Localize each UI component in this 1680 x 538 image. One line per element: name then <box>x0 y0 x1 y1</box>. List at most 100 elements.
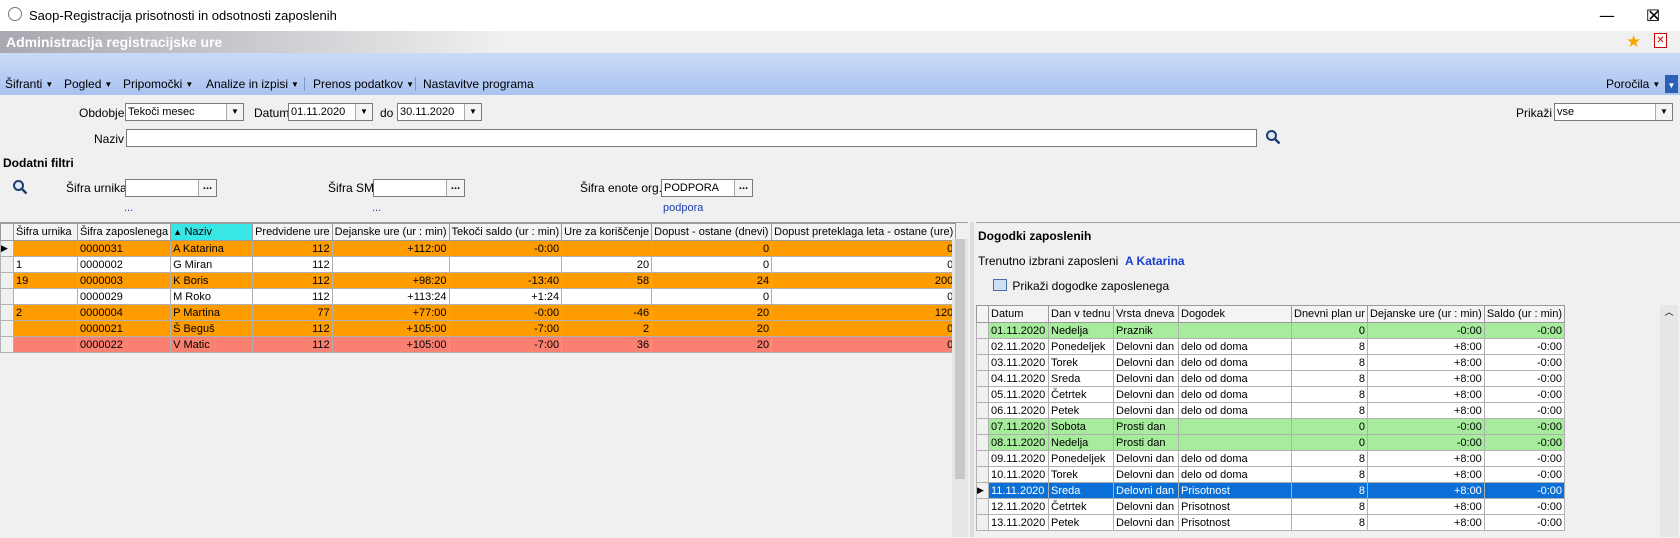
table-row[interactable]: 05.11.2020 Četrtek Delovni dan delo od doma… <box>976 386 1566 403</box>
table-row[interactable]: 08.11.2020 Nedelja Prosti dan 0 -0:00 -0:00 <box>976 434 1566 451</box>
table-cell[interactable]: Torek <box>1048 354 1114 371</box>
table-cell[interactable]: Praznik <box>1113 322 1179 339</box>
table-cell[interactable]: Sobota <box>1048 418 1114 435</box>
table-cell[interactable]: 8 <box>1291 498 1368 515</box>
table-cell[interactable]: 112 <box>252 288 333 305</box>
urnik-link[interactable]: ... <box>124 202 133 214</box>
employees-scrollbar[interactable] <box>952 239 968 537</box>
table-cell[interactable]: 06.11.2020 <box>988 402 1049 419</box>
row-indicator[interactable] <box>976 354 989 371</box>
col-ure-za-koriscenje[interactable]: Ure za koriščenje <box>561 223 653 241</box>
urnik-browse-button[interactable]: ... <box>198 180 216 196</box>
table-row[interactable]: 13.11.2020 Petek Delovni dan Prisotnost 8 +8… <box>976 514 1566 531</box>
table-row[interactable]: 0000029 M Roko 112 +113:24 +1:24 0 0 <box>0 288 957 305</box>
table-cell[interactable]: Delovni dan <box>1113 514 1179 531</box>
col-dnevni-plan-ur[interactable]: Dnevni plan ur <box>1291 305 1368 323</box>
table-cell[interactable]: Četrtek <box>1048 498 1114 515</box>
prikazi-select[interactable]: vse ▼ <box>1554 103 1673 121</box>
table-row[interactable]: 09.11.2020 Ponedeljek Delovni dan delo od d… <box>976 450 1566 467</box>
table-cell[interactable]: 13.11.2020 <box>988 514 1049 531</box>
search-icon[interactable] <box>1265 129 1281 145</box>
table-cell[interactable]: 36 <box>561 336 653 353</box>
table-cell[interactable]: 0 <box>771 288 957 305</box>
table-cell[interactable]: Sreda <box>1048 370 1114 387</box>
table-cell[interactable]: 58 <box>561 272 653 289</box>
table-cell[interactable]: Nedelja <box>1048 434 1114 451</box>
table-cell[interactable]: +8:00 <box>1366 354 1485 371</box>
table-cell[interactable]: 07.11.2020 <box>988 418 1049 435</box>
table-row[interactable]: 2 0000004 P Martina 77 +77:00 -0:00 -46 20 120 <box>0 304 957 321</box>
table-cell[interactable]: 01.11.2020 <box>988 322 1049 339</box>
table-cell[interactable]: +77:00 <box>331 304 450 321</box>
row-indicator[interactable] <box>0 304 14 321</box>
table-cell[interactable]: 0000031 <box>76 240 172 257</box>
table-cell[interactable]: -0:00 <box>448 240 563 257</box>
table-cell[interactable]: 02.11.2020 <box>988 338 1049 355</box>
table-cell[interactable]: delo od doma <box>1178 338 1292 355</box>
org-input[interactable]: PODPORA ... <box>661 179 753 197</box>
col-tekoci-saldo[interactable]: Tekoči saldo (ur : min) <box>448 223 563 241</box>
table-cell[interactable]: 112 <box>252 240 333 257</box>
table-cell[interactable]: 0000021 <box>76 320 172 337</box>
chevron-down-icon[interactable]: ▼ <box>355 104 372 120</box>
row-indicator[interactable] <box>976 338 989 355</box>
table-cell[interactable]: -13:40 <box>448 272 563 289</box>
table-cell[interactable]: Delovni dan <box>1113 354 1179 371</box>
sm-browse-button[interactable]: ... <box>446 180 464 196</box>
table-cell[interactable]: 0 <box>651 240 773 257</box>
table-cell[interactable]: Delovni dan <box>1113 482 1179 499</box>
table-cell[interactable]: 120 <box>771 304 957 321</box>
table-cell[interactable] <box>561 240 653 257</box>
table-cell[interactable] <box>13 336 78 353</box>
row-indicator[interactable] <box>976 434 989 451</box>
table-cell[interactable]: -0:00 <box>1483 482 1566 499</box>
table-cell[interactable]: 0000002 <box>76 256 172 273</box>
table-cell[interactable]: +98:20 <box>331 272 450 289</box>
col-dogodek[interactable]: Dogodek <box>1178 305 1292 323</box>
table-cell[interactable]: +8:00 <box>1366 402 1485 419</box>
row-indicator[interactable] <box>976 498 989 515</box>
table-cell[interactable]: 8 <box>1291 466 1368 483</box>
table-cell[interactable]: Prisotnost <box>1178 482 1292 499</box>
table-cell[interactable]: +1:24 <box>448 288 563 305</box>
chevron-up-icon[interactable]: ︿ <box>1660 305 1678 319</box>
table-cell[interactable]: 19 <box>13 272 78 289</box>
table-row[interactable]: 0000022 V Matic 112 +105:00 -7:00 36 20 0 <box>0 336 957 353</box>
row-indicator[interactable] <box>0 320 14 337</box>
table-cell[interactable]: 1 <box>13 256 78 273</box>
table-cell[interactable]: 11.11.2020 <box>988 482 1049 499</box>
table-cell[interactable]: Prosti dan <box>1113 418 1179 435</box>
table-cell[interactable]: 03.11.2020 <box>988 354 1049 371</box>
table-cell[interactable]: Torek <box>1048 466 1114 483</box>
table-cell[interactable]: -46 <box>561 304 653 321</box>
table-cell[interactable]: +8:00 <box>1366 450 1485 467</box>
table-cell[interactable]: 8 <box>1291 514 1368 531</box>
col-saldo[interactable]: Saldo (ur : min) <box>1483 305 1566 323</box>
table-cell[interactable]: 0 <box>1291 434 1368 451</box>
table-cell[interactable]: Prisotnost <box>1178 498 1292 515</box>
table-cell[interactable]: -0:00 <box>1483 450 1566 467</box>
table-cell[interactable]: -0:00 <box>1483 322 1566 339</box>
table-cell[interactable]: A Katarina <box>170 240 254 257</box>
table-cell[interactable] <box>13 320 78 337</box>
row-indicator[interactable] <box>976 322 989 339</box>
table-cell[interactable]: 2 <box>561 320 653 337</box>
table-row[interactable]: 01.11.2020 Nedelja Praznik 0 -0:00 -0:00 <box>976 322 1566 339</box>
col-sifra-zaposlenega[interactable]: Šifra zaposlenega <box>76 223 172 241</box>
col-datum[interactable]: Datum <box>988 305 1049 323</box>
table-cell[interactable]: +8:00 <box>1366 514 1485 531</box>
table-cell[interactable] <box>13 288 78 305</box>
table-cell[interactable]: 05.11.2020 <box>988 386 1049 403</box>
table-cell[interactable]: Delovni dan <box>1113 450 1179 467</box>
table-cell[interactable] <box>1178 418 1292 435</box>
table-cell[interactable]: -0:00 <box>1483 434 1566 451</box>
table-cell[interactable]: Prosti dan <box>1113 434 1179 451</box>
obdobje-select[interactable]: Tekoči mesec ▼ <box>125 103 244 121</box>
col-sifra-urnika[interactable]: Šifra urnika <box>13 223 78 241</box>
close-document-icon[interactable]: ✕ <box>1654 33 1667 48</box>
menu-analize[interactable]: Analize in izpisi ▼ <box>206 77 299 91</box>
table-cell[interactable]: -0:00 <box>1483 370 1566 387</box>
col-predvidene-ure[interactable]: Predvidene ure <box>252 223 333 241</box>
table-cell[interactable]: delo od doma <box>1178 354 1292 371</box>
menu-pogled[interactable]: Pogled ▼ <box>64 77 112 91</box>
